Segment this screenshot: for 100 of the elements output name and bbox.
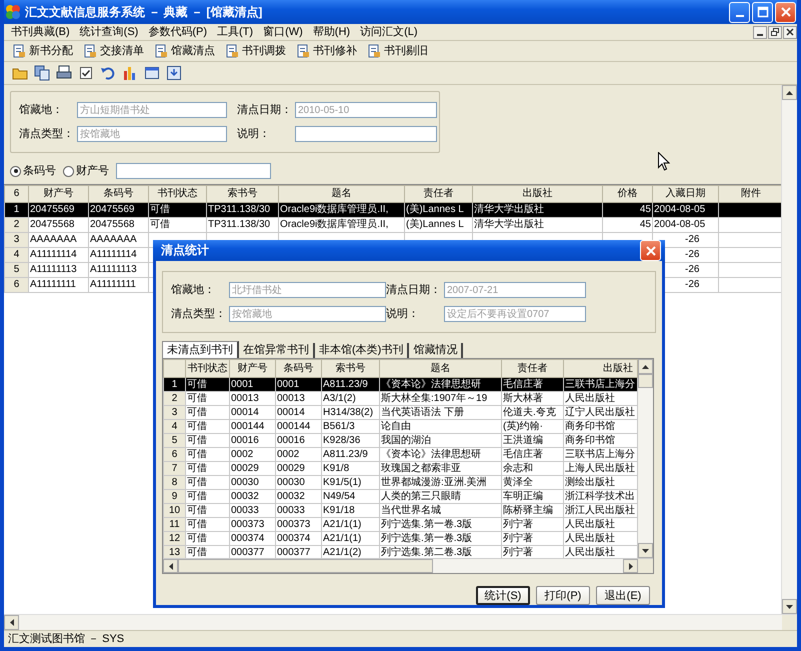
table-cell: 000373 <box>230 518 276 532</box>
table-cell: A11111114 <box>90 249 137 260</box>
scrollbar[interactable] <box>4 614 797 630</box>
download-icon[interactable] <box>166 65 182 81</box>
scrollbar[interactable] <box>638 359 653 558</box>
dialog-button[interactable]: 退出(E) <box>596 586 650 605</box>
column-header[interactable]: 财产号 <box>230 360 276 378</box>
table-cell: Oracle9i数据库管理员.II, <box>280 204 388 215</box>
table-cell: B561/3 <box>322 420 380 434</box>
column-header[interactable]: 出版社 <box>472 186 602 202</box>
print-icon[interactable] <box>56 65 72 81</box>
toolbar-button[interactable]: 书刊修补 <box>292 42 361 60</box>
table-cell: -26 <box>685 264 700 275</box>
document-icon <box>154 44 168 58</box>
table-cell: 000374 <box>276 532 322 546</box>
table-cell: A11111111 <box>90 279 136 290</box>
table-cell: 00016 <box>230 434 276 448</box>
scrollbar[interactable] <box>163 558 653 573</box>
row-header: 10 <box>164 504 186 518</box>
table-cell: -26 <box>685 234 700 245</box>
table-cell: 000144 <box>276 420 322 434</box>
toolbar-button[interactable]: 交接清单 <box>79 42 148 60</box>
copy-icon[interactable] <box>34 65 50 81</box>
arrow-up-icon[interactable] <box>642 364 649 368</box>
column-header[interactable]: 索书号 <box>206 186 278 202</box>
table-cell: N49/54 <box>322 490 380 504</box>
column-header[interactable]: 价格 <box>602 186 652 202</box>
column-header[interactable]: 索书号 <box>322 360 380 378</box>
maximize-button[interactable] <box>752 2 773 22</box>
table-cell: 测绘出版社 <box>564 476 638 490</box>
table-cell: A11111111 <box>30 279 76 290</box>
menu-item[interactable]: 书刊典藏(B) <box>6 24 75 40</box>
column-header[interactable]: 书刊状态 <box>148 186 206 202</box>
radio-button[interactable] <box>63 166 74 176</box>
scroll-thumb[interactable] <box>638 374 653 388</box>
radio-button[interactable] <box>10 166 21 176</box>
dialog-button[interactable]: 统计(S) <box>476 586 530 605</box>
undo-icon[interactable] <box>100 65 116 81</box>
column-header[interactable]: 责任者 <box>502 360 564 378</box>
close-icon <box>780 6 792 18</box>
column-header[interactable]: 题名 <box>380 360 502 378</box>
column-header[interactable]: 出版社 <box>564 360 638 378</box>
document-icon <box>12 44 26 58</box>
menu-item[interactable]: 统计查询(S) <box>74 24 144 40</box>
dialog-title: 清点统计 <box>161 242 210 259</box>
table-cell: 商务印书馆 <box>564 434 638 448</box>
minimize-icon <box>736 15 744 17</box>
column-header[interactable]: 书刊状态 <box>186 360 230 378</box>
table-cell: 45 <box>640 204 651 215</box>
column-header[interactable]: 财产号 <box>28 186 88 202</box>
column-header[interactable]: 入藏日期 <box>652 186 718 202</box>
row-header: 5 <box>4 262 28 278</box>
menu-item[interactable]: 访问汇文(L) <box>355 24 423 40</box>
arrow-down-icon[interactable] <box>642 548 649 552</box>
table-cell: 00032 <box>276 490 322 504</box>
search-field[interactable] <box>116 163 271 179</box>
bar-chart-icon[interactable] <box>122 65 138 81</box>
toolbar-button[interactable]: 书刊调拨 <box>221 42 290 60</box>
menu-item[interactable]: 工具(T) <box>212 24 258 40</box>
menu-item[interactable]: 参数代码(P) <box>143 24 212 40</box>
checkbox-icon[interactable] <box>78 65 94 81</box>
table-cell: 000144 <box>230 420 276 434</box>
toolbar-button[interactable]: 书刊剔旧 <box>363 42 432 60</box>
document-icon <box>225 44 239 58</box>
column-header[interactable]: 附件 <box>718 186 781 202</box>
arrow-right-icon[interactable] <box>628 562 632 570</box>
scroll-thumb[interactable] <box>178 559 433 573</box>
table-cell: 伦道夫.夸克 <box>502 406 564 420</box>
arrow-up-icon[interactable] <box>786 90 793 94</box>
menu-item[interactable]: 窗口(W) <box>258 24 308 40</box>
column-header[interactable]: 条码号 <box>88 186 148 202</box>
close-button[interactable] <box>783 26 797 38</box>
table-cell: 商务印书馆 <box>564 420 638 434</box>
toolbar-button[interactable]: 馆藏清点 <box>150 42 219 60</box>
menu-item[interactable]: 帮助(H) <box>308 24 356 40</box>
column-header[interactable]: 条码号 <box>276 360 322 378</box>
column-header[interactable]: 责任者 <box>404 186 472 202</box>
table-cell: TP311.138/30 <box>208 204 270 215</box>
row-header: 3 <box>4 232 28 248</box>
table-cell: 辽宁人民出版社 <box>564 406 638 420</box>
tab[interactable]: 未清点到书刊 <box>162 341 239 358</box>
scrollbar[interactable] <box>781 85 797 614</box>
table-cell: 当代英语语法 下册 <box>380 406 502 420</box>
table-cell: A11111113 <box>90 264 137 275</box>
window-icon[interactable] <box>144 65 160 81</box>
row-header: 3 <box>164 406 186 420</box>
table-cell: 可借 <box>186 378 230 392</box>
input-field[interactable] <box>295 126 437 142</box>
arrow-left-icon[interactable] <box>168 562 172 570</box>
field-label: 馆藏地： <box>171 283 216 297</box>
arrow-down-icon[interactable] <box>786 604 793 608</box>
restore-button[interactable] <box>768 26 782 38</box>
toolbar-button[interactable]: 新书分配 <box>8 42 77 60</box>
table-cell: 可借 <box>186 504 230 518</box>
table-cell: H314/38(2) <box>322 406 380 420</box>
arrow-left-icon[interactable] <box>10 619 14 626</box>
column-header[interactable]: 题名 <box>278 186 404 202</box>
minimize-button[interactable] <box>753 26 767 38</box>
table-cell: 我国的湖泊 <box>380 434 502 448</box>
dialog-button[interactable]: 打印(P) <box>536 586 590 605</box>
